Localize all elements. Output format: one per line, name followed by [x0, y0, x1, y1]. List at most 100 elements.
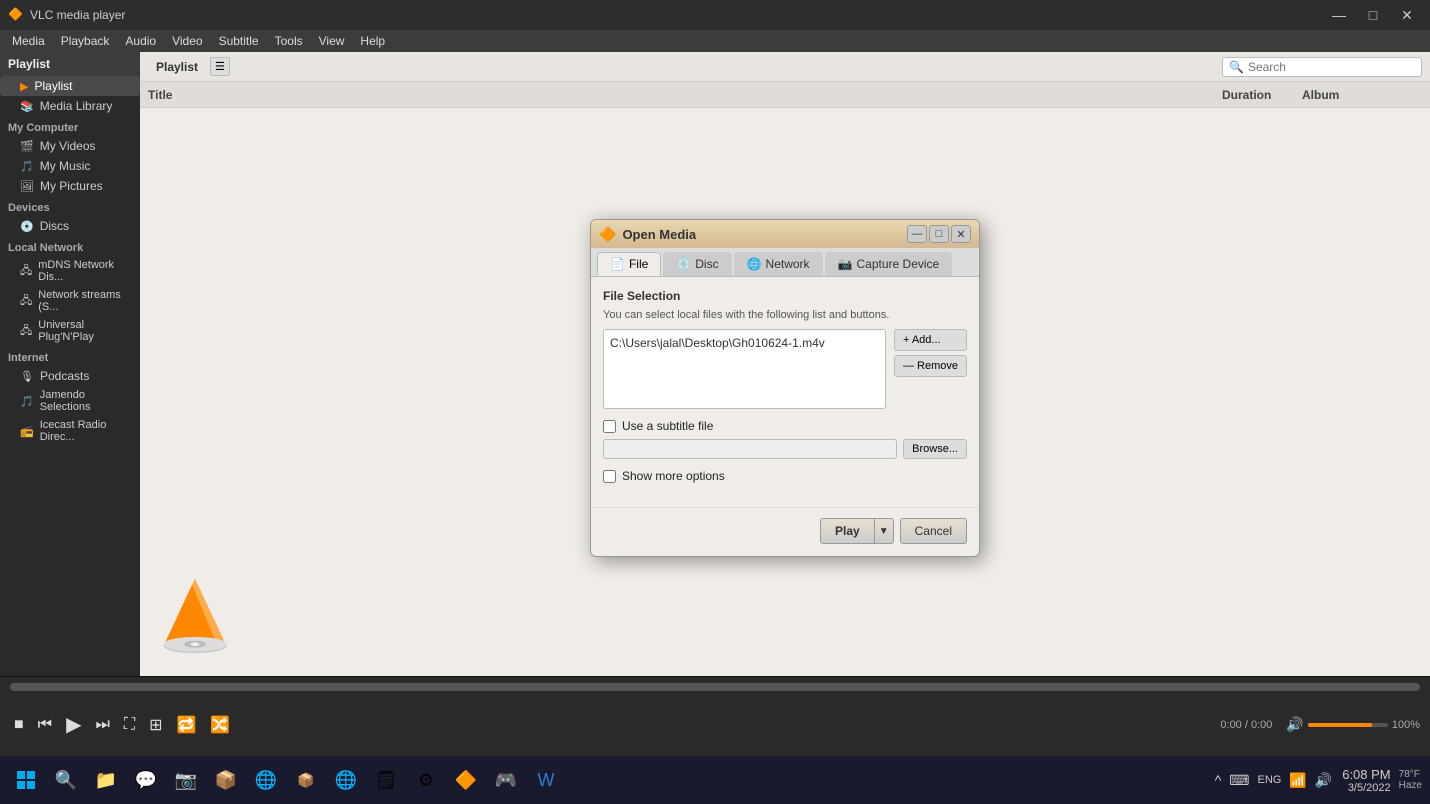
- sidebar-item-media-library[interactable]: 📚 Media Library: [0, 96, 140, 116]
- taskbar-edge-button[interactable]: 🌐: [248, 762, 284, 798]
- clock[interactable]: 6:08 PM 3/5/2022: [1342, 767, 1390, 794]
- show-more-label: Show more options: [622, 469, 725, 483]
- minimize-button[interactable]: —: [1324, 5, 1354, 25]
- taskbar-chat-button[interactable]: 💬: [128, 762, 164, 798]
- sidebar-label-jamendo: Jamendo Selections: [40, 389, 132, 413]
- tab-capture-device[interactable]: 📷 Capture Device: [825, 252, 953, 276]
- dialog-footer: Play ▼ Cancel: [591, 507, 979, 556]
- browse-subtitle-button[interactable]: Browse...: [903, 439, 967, 459]
- play-button[interactable]: Play: [820, 518, 875, 544]
- prev-button[interactable]: ⏮: [34, 714, 56, 736]
- sidebar-item-mdns[interactable]: 🖧 mDNS Network Dis...: [0, 256, 140, 286]
- elapsed-time: 0:00: [1220, 719, 1241, 731]
- play-dropdown-button[interactable]: ▼: [875, 518, 894, 544]
- taskbar-game-button[interactable]: 🎮: [488, 762, 524, 798]
- app-icon: 🔶: [8, 7, 24, 23]
- dialog-body: File Selection You can select local file…: [591, 277, 979, 507]
- cancel-button[interactable]: Cancel: [900, 518, 967, 544]
- tab-disc[interactable]: 💿 Disc: [663, 252, 731, 276]
- clock-date: 3/5/2022: [1342, 782, 1390, 794]
- taskbar-camera-button[interactable]: 📷: [168, 762, 204, 798]
- upnp-icon: 🖧: [20, 322, 32, 341]
- add-file-button[interactable]: + Add...: [894, 329, 967, 351]
- fullscreen-button[interactable]: ⛶: [120, 714, 139, 736]
- taskbar-vlc-button[interactable]: 🔶: [448, 762, 484, 798]
- chevron-up-icon[interactable]: ^: [1213, 770, 1224, 790]
- playlist-title: Playlist: [148, 58, 206, 76]
- loop-button[interactable]: 🔁: [172, 713, 200, 737]
- taskbar-store-button[interactable]: 📦: [208, 762, 244, 798]
- aspect-button[interactable]: ⊞: [145, 713, 166, 737]
- menu-audio[interactable]: Audio: [117, 32, 164, 50]
- keyboard-icon[interactable]: ⌨: [1227, 770, 1251, 791]
- media-library-icon: 📚: [20, 100, 34, 113]
- my-pictures-icon: 🖼: [20, 180, 34, 193]
- taskbar-word-button[interactable]: W: [528, 762, 564, 798]
- menu-help[interactable]: Help: [352, 32, 393, 50]
- subtitle-checkbox[interactable]: [603, 420, 616, 433]
- menu-view[interactable]: View: [311, 32, 353, 50]
- sidebar-item-network-streams[interactable]: 🖧 Network streams (S...: [0, 286, 140, 316]
- dialog-close-button[interactable]: ✕: [951, 225, 971, 243]
- volume-fill: [1308, 723, 1372, 727]
- taskbar-browser2-button[interactable]: 🌐: [328, 762, 364, 798]
- sidebar-item-my-music[interactable]: 🎵 My Music: [0, 156, 140, 176]
- progress-bar[interactable]: [10, 683, 1420, 691]
- lang-indicator[interactable]: ENG: [1256, 772, 1284, 788]
- play-pause-button[interactable]: ▶: [62, 710, 85, 739]
- playlist-view-button[interactable]: ☰: [210, 57, 230, 76]
- taskbar-notes-button[interactable]: 🗒: [368, 762, 404, 798]
- show-more-row: Show more options: [603, 469, 967, 483]
- sidebar-item-playlist[interactable]: ▶ Playlist: [0, 76, 140, 96]
- taskbar-files-button[interactable]: 📁: [88, 762, 124, 798]
- dialog-title-buttons: — □ ✕: [907, 225, 971, 243]
- capture-tab-icon: 📷: [838, 257, 853, 271]
- menu-media[interactable]: Media: [4, 32, 53, 50]
- maximize-button[interactable]: □: [1358, 5, 1388, 25]
- dialog-title-text: Open Media: [622, 227, 907, 242]
- sidebar: Playlist ▶ Playlist 📚 Media Library My C…: [0, 52, 140, 724]
- menu-video[interactable]: Video: [164, 32, 210, 50]
- taskbar-settings-button[interactable]: ⚙: [408, 762, 444, 798]
- file-list[interactable]: C:\Users\jalal\Desktop\Gh010624-1.m4v: [603, 329, 886, 409]
- file-list-item[interactable]: C:\Users\jalal\Desktop\Gh010624-1.m4v: [608, 334, 881, 352]
- disc-tab-label: Disc: [695, 257, 718, 271]
- mdns-icon: 🖧: [20, 262, 32, 281]
- wifi-icon[interactable]: 📶: [1287, 770, 1308, 791]
- title-bar: 🔶 VLC media player — □ ✕: [0, 0, 1430, 30]
- taskbar-dropbox-button[interactable]: 📦: [288, 762, 324, 798]
- taskbar: 🔍 📁 💬 📷 📦 🌐 📦 🌐 🗒 ⚙ 🔶 🎮 W ^ ⌨ ENG 📶 🔊 6:…: [0, 756, 1430, 804]
- sidebar-item-icecast[interactable]: 📻 Icecast Radio Direc...: [0, 416, 140, 446]
- taskbar-start-button[interactable]: [8, 762, 44, 798]
- windows-logo-icon: [16, 770, 36, 790]
- file-selection-label: File Selection: [603, 289, 967, 303]
- sidebar-item-my-pictures[interactable]: 🖼 My Pictures: [0, 176, 140, 196]
- stop-button[interactable]: ■: [10, 714, 28, 736]
- close-button[interactable]: ✕: [1392, 5, 1422, 25]
- sidebar-section-devices: Devices: [0, 196, 140, 216]
- sidebar-item-upnp[interactable]: 🖧 Universal Plug'N'Play: [0, 316, 140, 346]
- subtitle-file-input[interactable]: [603, 439, 897, 459]
- search-input[interactable]: [1248, 60, 1415, 74]
- menu-subtitle[interactable]: Subtitle: [211, 32, 267, 50]
- sidebar-item-podcasts[interactable]: 🎙 Podcasts: [0, 366, 140, 386]
- show-more-checkbox[interactable]: [603, 470, 616, 483]
- volume-bar[interactable]: [1308, 723, 1388, 727]
- taskbar-search-button[interactable]: 🔍: [48, 762, 84, 798]
- dialog-maximize-button[interactable]: □: [929, 225, 949, 243]
- file-area: C:\Users\jalal\Desktop\Gh010624-1.m4v + …: [603, 329, 967, 409]
- sidebar-item-my-videos[interactable]: 🎬 My Videos: [0, 136, 140, 156]
- remove-file-button[interactable]: — Remove: [894, 355, 967, 377]
- menu-tools[interactable]: Tools: [267, 32, 311, 50]
- volume-sys-icon[interactable]: 🔊: [1313, 770, 1334, 791]
- next-button[interactable]: ⏭: [91, 714, 113, 736]
- sidebar-item-jamendo[interactable]: 🎵 Jamendo Selections: [0, 386, 140, 416]
- weather-desc: Haze: [1399, 780, 1422, 791]
- subtitle-checkbox-label: Use a subtitle file: [622, 419, 713, 433]
- tab-network[interactable]: 🌐 Network: [734, 252, 823, 276]
- shuffle-button[interactable]: 🔀: [206, 713, 234, 737]
- sidebar-item-discs[interactable]: 💿 Discs: [0, 216, 140, 236]
- tab-file[interactable]: 📄 File: [597, 252, 661, 276]
- menu-playback[interactable]: Playback: [53, 32, 118, 50]
- dialog-minimize-button[interactable]: —: [907, 225, 927, 243]
